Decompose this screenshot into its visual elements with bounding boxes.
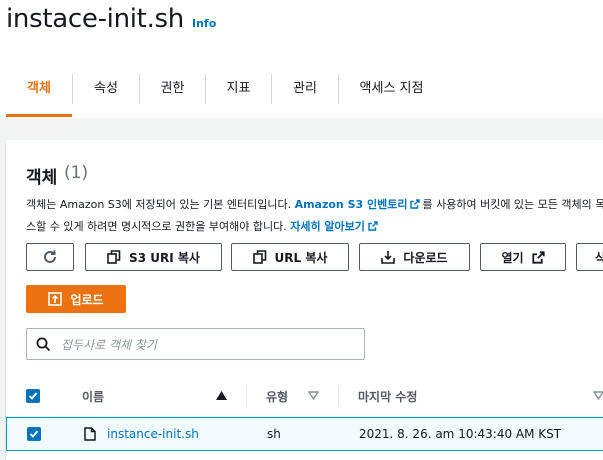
- refresh-button[interactable]: [26, 243, 74, 271]
- sort-icon[interactable]: [593, 391, 603, 400]
- download-icon: [381, 251, 396, 264]
- download-label: 다운로드: [403, 250, 448, 265]
- select-all-checkbox[interactable]: [26, 389, 40, 403]
- sort-icon[interactable]: [308, 391, 319, 400]
- column-header-type[interactable]: 유형: [266, 388, 288, 405]
- page-title: instace-init.sh: [6, 4, 184, 34]
- row-checkbox[interactable]: [27, 427, 41, 441]
- copy-s3-uri-button[interactable]: S3 URI 복사: [85, 243, 222, 271]
- objects-count: (1): [64, 163, 89, 183]
- upload-label: 업로드: [70, 292, 104, 307]
- description-text: 객체는 Amazon S3에 저장되어 있는 기본 엔터티입니다.: [26, 198, 295, 211]
- column-header-name[interactable]: 이름: [82, 388, 104, 405]
- object-last-modified: 2021. 8. 26. am 10:43:40 AM KST: [359, 427, 562, 441]
- tab-metrics[interactable]: 지표: [206, 70, 271, 108]
- objects-description: 객체는 Amazon S3에 저장되어 있는 기본 엔터티입니다. Amazon…: [26, 194, 603, 238]
- sort-ascending-icon[interactable]: [216, 391, 227, 400]
- tab-permissions[interactable]: 권한: [140, 70, 205, 108]
- object-type: sh: [267, 427, 281, 441]
- description-text: 스할 수 있게 하려면 명시적으로 권한을 부여해야 합니다.: [26, 220, 291, 233]
- search-box: [26, 328, 365, 360]
- active-tab-indicator: [6, 114, 72, 117]
- page-header: instace-init.sh Info 객체 속성 권한 지표 관리 액세스 …: [0, 0, 603, 118]
- copy-url-button[interactable]: URL 복사: [231, 243, 349, 271]
- objects-title: 객체: [26, 168, 58, 188]
- info-link[interactable]: Info: [192, 17, 216, 30]
- inventory-link[interactable]: Amazon S3 인벤토리: [295, 198, 408, 211]
- table-row[interactable]: instance-init.sh sh 2021. 8. 26. am 10:4…: [6, 417, 603, 451]
- refresh-icon: [44, 250, 56, 263]
- upload-icon: [48, 292, 63, 306]
- delete-button[interactable]: 삭: [576, 243, 603, 271]
- column-divider: [246, 386, 247, 406]
- checkmark-icon: [28, 392, 38, 400]
- table-header: 이름 유형 마지막 수정: [6, 376, 603, 417]
- description-text: 를 사용하여 버킷에 있는 모든 객체의 목: [422, 198, 603, 211]
- external-link-icon: [410, 199, 421, 209]
- external-link-icon: [531, 250, 545, 264]
- search-input[interactable]: [59, 334, 358, 356]
- tab-bar: 객체 속성 권한 지표 관리 액세스 지점: [6, 70, 603, 118]
- column-header-last-modified[interactable]: 마지막 수정: [358, 388, 417, 405]
- delete-label: 삭: [595, 250, 603, 265]
- file-icon: [84, 427, 96, 441]
- tab-management[interactable]: 관리: [272, 70, 338, 108]
- checkmark-icon: [29, 430, 39, 438]
- upload-button[interactable]: 업로드: [26, 285, 126, 313]
- tab-access-points[interactable]: 액세스 지점: [339, 70, 444, 108]
- external-link-icon: [368, 221, 378, 231]
- column-divider: [338, 386, 339, 406]
- objects-panel: 객체 (1) 객체는 Amazon S3에 저장되어 있는 기본 엔터티입니다.…: [6, 140, 603, 460]
- open-label: 열기: [501, 250, 524, 265]
- copy-url-label: URL 복사: [274, 250, 328, 265]
- tab-objects[interactable]: 객체: [6, 70, 72, 108]
- open-button[interactable]: 열기: [480, 243, 566, 271]
- download-button[interactable]: 다운로드: [359, 243, 470, 271]
- learn-more-link[interactable]: 자세히 알아보기: [290, 220, 365, 233]
- copy-s3-uri-label: S3 URI 복사: [129, 250, 200, 265]
- copy-icon: [107, 250, 121, 264]
- object-name-link[interactable]: instance-init.sh: [107, 427, 199, 441]
- search-icon: [36, 337, 51, 352]
- tab-properties[interactable]: 속성: [73, 70, 139, 108]
- copy-icon: [252, 250, 266, 264]
